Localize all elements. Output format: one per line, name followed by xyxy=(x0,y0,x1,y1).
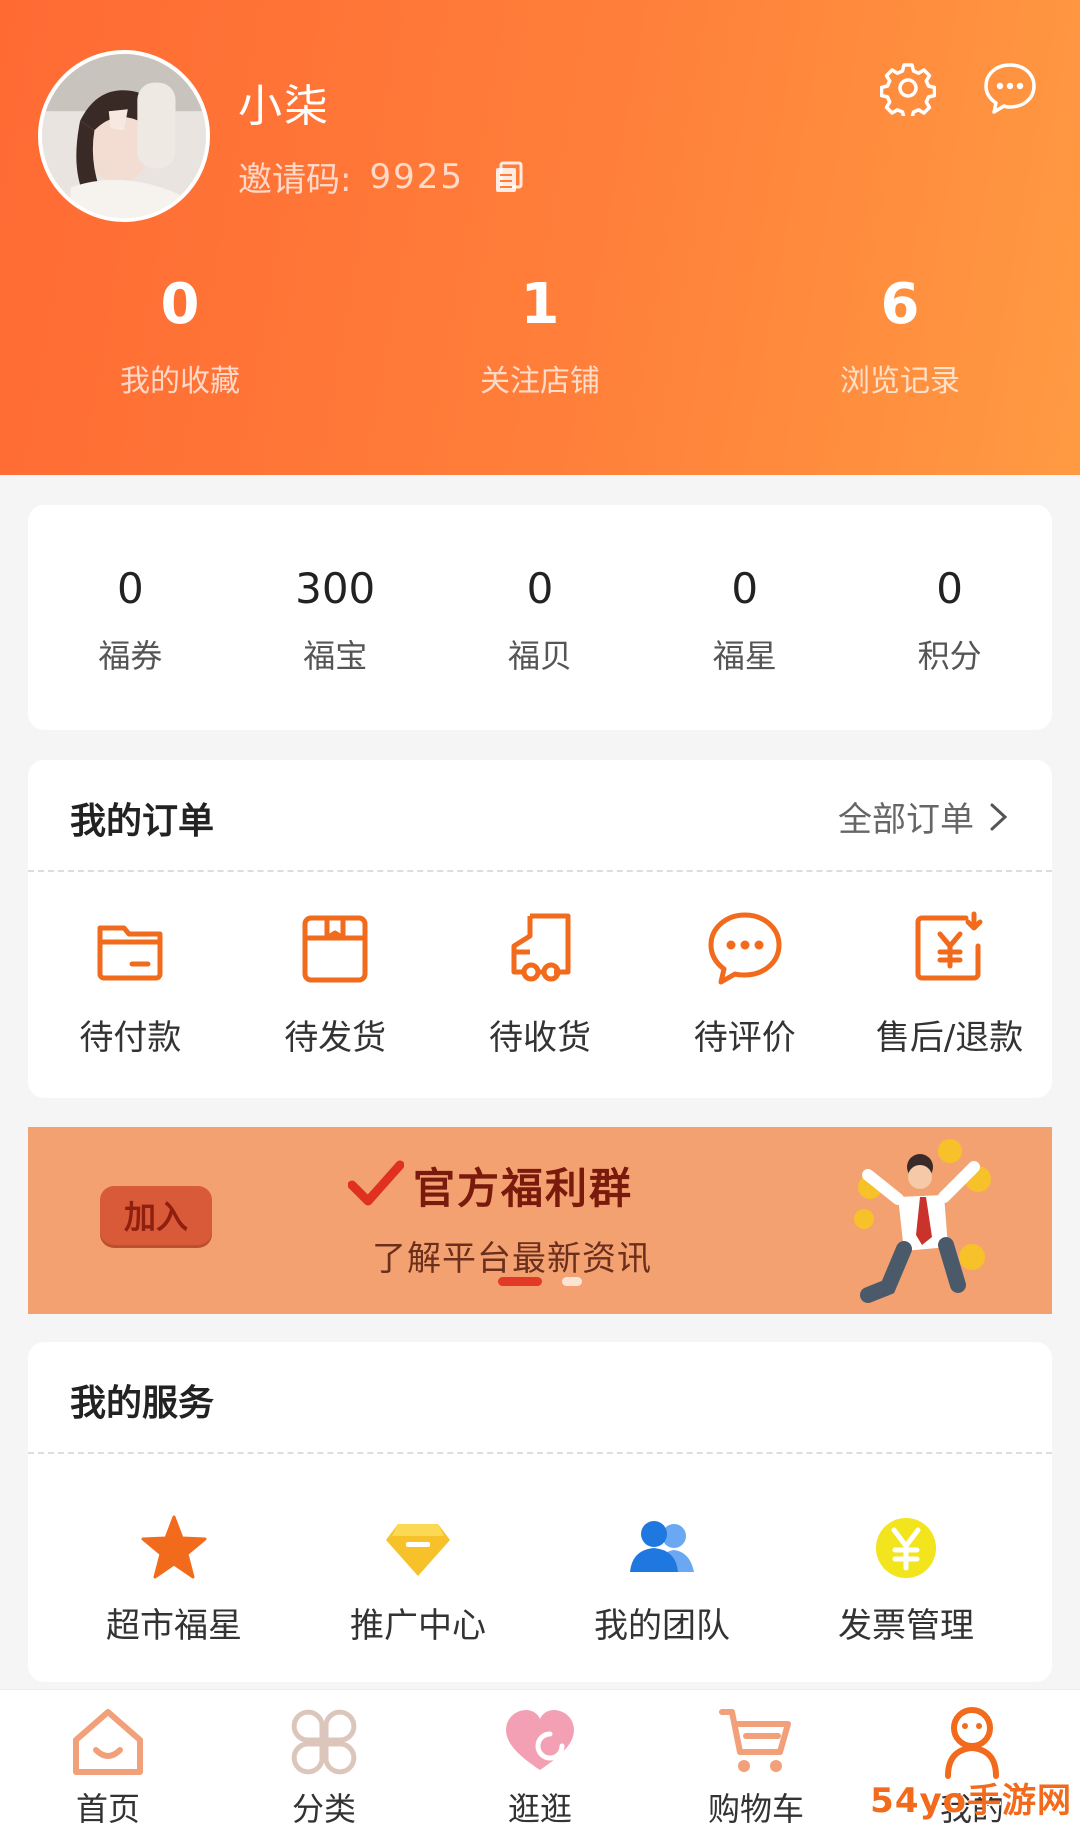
orders-card: 我的订单 全部订单 待付款 待发货 待收货 待评价 售后/退款 xyxy=(28,760,1052,1098)
divider xyxy=(28,1452,1052,1454)
gem-icon xyxy=(386,1524,450,1576)
tab-label: 分类 xyxy=(291,1790,356,1828)
service-label: 我的团队 xyxy=(594,1606,730,1646)
asset-label: 积分 xyxy=(917,637,982,675)
yen-icon xyxy=(876,1518,936,1578)
stat-label: 关注店铺 xyxy=(480,364,600,399)
order-item-label: 待评价 xyxy=(693,1018,796,1058)
truck-icon xyxy=(511,913,571,982)
tab-explore[interactable]: 逛逛 xyxy=(432,1690,648,1828)
invite-code: 9925 xyxy=(369,156,464,197)
service-label: 推广中心 xyxy=(350,1606,486,1646)
invite-code-row: 邀请码: 9925 xyxy=(238,152,526,201)
stat-label: 浏览记录 xyxy=(840,364,960,399)
asset-coupons[interactable]: 0 福券 xyxy=(28,505,233,730)
asset-fuxing[interactable]: 0 福星 xyxy=(642,505,847,730)
tab-category[interactable]: 分类 xyxy=(216,1690,432,1828)
home-icon xyxy=(73,1709,143,1775)
services-row: 超市福星 推广中心 我的团队 发票管理 xyxy=(28,1514,1052,1647)
team-icon xyxy=(630,1521,694,1572)
star-icon xyxy=(141,1515,207,1579)
avatar-photo xyxy=(42,54,206,218)
divider xyxy=(28,870,1052,872)
asset-fubei[interactable]: 0 福贝 xyxy=(438,505,643,730)
stat-value: 1 xyxy=(520,272,560,337)
carousel-dot xyxy=(562,1277,582,1286)
order-after-sales[interactable]: 售后/退款 xyxy=(847,908,1052,1059)
asset-label: 福券 xyxy=(98,637,163,675)
order-pending-payment[interactable]: 待付款 xyxy=(28,908,233,1059)
profile-header: 小柒 邀请码: 9925 0 我的收藏 1 关注店铺 6 浏览记录 xyxy=(0,0,1080,475)
settings-icon[interactable] xyxy=(880,60,936,116)
tab-label: 购物车 xyxy=(707,1790,804,1828)
package-icon xyxy=(302,915,368,983)
service-my-team[interactable]: 我的团队 xyxy=(540,1514,784,1647)
stat-browse-history[interactable]: 6 浏览记录 xyxy=(720,270,1080,400)
welfare-group-banner[interactable]: 加入 官方福利群 了解平台最新资讯 xyxy=(28,1127,1052,1314)
asset-label: 福贝 xyxy=(507,637,572,675)
service-invoice-management[interactable]: 发票管理 xyxy=(784,1514,1028,1647)
category-icon xyxy=(291,1709,357,1775)
order-pending-shipment[interactable]: 待发货 xyxy=(233,908,438,1059)
comment-icon xyxy=(708,912,782,985)
stat-followed-shops[interactable]: 1 关注店铺 xyxy=(360,270,720,400)
asset-points[interactable]: 0 积分 xyxy=(847,505,1052,730)
watermark-logo: 54yo手游网 xyxy=(870,1781,1072,1821)
all-orders-link[interactable]: 全部订单 xyxy=(838,792,1010,841)
banner-title: 官方福利群 xyxy=(413,1164,634,1213)
order-item-label: 待付款 xyxy=(79,1018,182,1058)
nickname: 小柒 xyxy=(238,81,330,132)
wallet-icon xyxy=(97,925,163,981)
services-card: 我的服务 超市福星 推广中心 我的团队 发票管理 xyxy=(28,1342,1052,1682)
order-item-label: 待发货 xyxy=(284,1018,387,1058)
services-title: 我的服务 xyxy=(70,1383,215,1424)
service-promotion-center[interactable]: 推广中心 xyxy=(296,1514,540,1647)
carousel-dot-active xyxy=(498,1277,542,1286)
stat-favorites[interactable]: 0 我的收藏 xyxy=(0,270,360,400)
tab-home[interactable]: 首页 xyxy=(0,1690,216,1828)
service-supermarket-star[interactable]: 超市福星 xyxy=(52,1514,296,1647)
asset-fubao[interactable]: 300 福宝 xyxy=(233,505,438,730)
carousel-indicator xyxy=(498,1277,582,1286)
asset-label: 福宝 xyxy=(303,637,368,675)
assets-card: 0 福券 300 福宝 0 福贝 0 福星 0 积分 xyxy=(28,505,1052,730)
asset-value: 300 xyxy=(295,564,376,613)
check-icon xyxy=(348,1160,404,1206)
user-icon xyxy=(945,1707,999,1779)
asset-value: 0 xyxy=(526,564,554,613)
chevron-right-icon xyxy=(990,803,1008,830)
tab-cart[interactable]: 购物车 xyxy=(648,1690,864,1828)
service-label: 超市福星 xyxy=(106,1606,242,1646)
asset-value: 0 xyxy=(117,564,144,613)
asset-value: 0 xyxy=(731,564,759,613)
cart-icon xyxy=(719,1709,791,1772)
order-item-label: 待收货 xyxy=(488,1018,591,1058)
invite-label: 邀请码: xyxy=(238,160,352,200)
refund-icon xyxy=(915,911,983,981)
copy-icon[interactable] xyxy=(492,160,526,194)
stat-value: 6 xyxy=(880,272,920,337)
order-item-label: 售后/退款 xyxy=(875,1018,1024,1058)
tab-label: 首页 xyxy=(75,1790,140,1828)
banner-subtitle: 了解平台最新资讯 xyxy=(372,1239,652,1279)
stat-value: 0 xyxy=(160,272,200,337)
all-orders-label: 全部订单 xyxy=(838,800,974,840)
service-label: 发票管理 xyxy=(838,1606,974,1646)
orders-title: 我的订单 xyxy=(70,801,215,842)
message-icon[interactable] xyxy=(982,60,1038,116)
asset-label: 福星 xyxy=(712,637,777,675)
tab-label: 逛逛 xyxy=(507,1790,572,1828)
order-pending-review[interactable]: 待评价 xyxy=(642,908,847,1059)
stat-label: 我的收藏 xyxy=(120,364,240,399)
order-pending-receipt[interactable]: 待收货 xyxy=(438,908,643,1059)
order-status-row: 待付款 待发货 待收货 待评价 售后/退款 xyxy=(28,908,1052,1059)
avatar[interactable] xyxy=(38,50,210,222)
header-stats: 0 我的收藏 1 关注店铺 6 浏览记录 xyxy=(0,270,1080,400)
asset-value: 0 xyxy=(936,564,963,613)
join-button[interactable]: 加入 xyxy=(100,1186,212,1248)
coin-man-illustration xyxy=(854,1139,991,1303)
heart-icon xyxy=(506,1710,574,1770)
